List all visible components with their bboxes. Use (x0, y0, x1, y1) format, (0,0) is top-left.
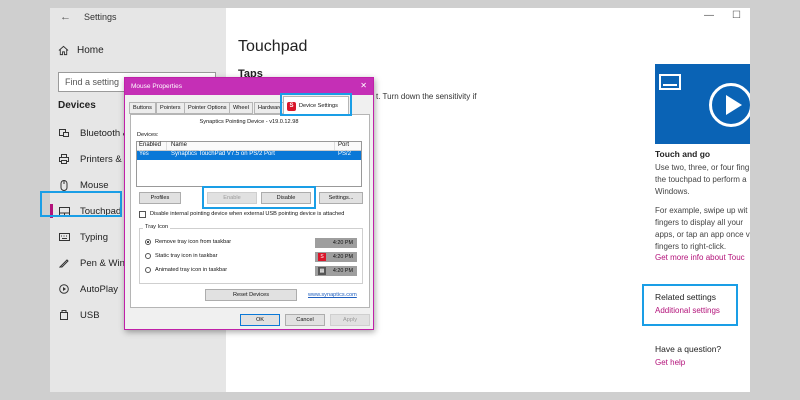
printer-icon (58, 153, 70, 165)
col-enabled: Enabled (137, 142, 167, 150)
synaptics-website-link[interactable]: www.synaptics.com (308, 292, 357, 298)
tray-preview-1: 4:20 PM (315, 238, 357, 248)
col-port: Port (338, 142, 350, 148)
sensitivity-text: t. Turn down the sensitivity if (376, 92, 477, 101)
profiles-button[interactable]: Profiles (139, 192, 181, 204)
cell-enabled: Yes (139, 151, 149, 157)
disable-internal-checkbox[interactable] (139, 211, 146, 218)
reset-devices-button[interactable]: Reset Devices (205, 289, 297, 301)
settings-button[interactable]: Settings... (319, 192, 363, 204)
tray-option-remove-radio[interactable] (145, 239, 151, 245)
sidebar-item-label: Typing (80, 231, 108, 243)
tray-option-static-radio[interactable] (145, 253, 151, 259)
get-help-link[interactable]: Get help (655, 358, 685, 367)
tray-time-1: 4:20 PM (332, 240, 353, 246)
page-title: Touchpad (238, 38, 308, 55)
ok-button[interactable]: OK (240, 314, 280, 326)
back-arrow-icon[interactable]: ← (60, 11, 71, 23)
video-title: Touch and go (655, 149, 711, 159)
synaptics-tray-icon: S (318, 253, 326, 261)
maximize-button[interactable]: ☐ (732, 10, 741, 21)
tray-preview-2: S 4:20 PM (315, 252, 357, 262)
sidebar-item-label: Mouse (80, 179, 109, 191)
tray-icon-group-title: Tray Icon (143, 224, 171, 230)
table-row[interactable]: Yes Synaptics TouchPad V7.5 on PS/2 Port… (137, 151, 361, 160)
tray-option-animated-radio[interactable] (145, 267, 151, 273)
keyboard-icon (58, 231, 70, 243)
window-title: Settings (84, 12, 117, 22)
tray-option-remove-label: Remove tray icon from taskbar (155, 239, 232, 245)
bluetooth-icon (58, 127, 70, 139)
highlight-device-settings (280, 93, 352, 116)
usb-icon (58, 309, 70, 321)
pen-icon (58, 257, 70, 269)
tray-option-static-label: Static tray icon in taskbar (155, 253, 218, 259)
tab-pointers[interactable]: Pointers (156, 102, 185, 114)
minimize-button[interactable]: — (704, 10, 714, 21)
mouse-icon (58, 179, 70, 191)
devices-label: Devices: (137, 132, 159, 138)
tab-wheel[interactable]: Wheel (229, 102, 253, 114)
info-paragraph-2: For example, swipe up wit fingers to dis… (655, 206, 750, 251)
sidebar-home-label: Home (77, 44, 104, 56)
devices-table[interactable]: Enabled Name Port Yes Synaptics TouchPad… (136, 141, 362, 187)
sidebar-section-heading: Devices (58, 100, 96, 111)
play-icon[interactable] (709, 83, 750, 127)
tray-time-3: 4:20 PM (332, 268, 353, 274)
autoplay-icon (58, 283, 70, 295)
tray-time-2: 4:20 PM (332, 254, 353, 260)
animated-tray-icon: ▦ (318, 267, 326, 275)
disable-internal-label: Disable internal pointing device when ex… (150, 211, 345, 217)
cell-name: Synaptics TouchPad V7.5 on PS/2 Port (171, 151, 275, 157)
highlight-related-settings (642, 284, 738, 326)
col-name: Name (167, 142, 335, 150)
cancel-button[interactable]: Cancel (285, 314, 325, 326)
mouse-properties-dialog: Mouse Properties ✕ Buttons Pointers Poin… (124, 77, 374, 330)
touch-and-go-video[interactable] (655, 64, 750, 144)
touchpad-graphic-icon (659, 74, 681, 90)
more-info-link[interactable]: Get more info about Touc (655, 253, 745, 262)
tray-preview-3: ▦ 4:20 PM (315, 266, 357, 276)
table-header: Enabled Name Port (137, 142, 361, 151)
sidebar-home[interactable]: Home (58, 42, 104, 58)
cell-port: PS/2 (338, 151, 352, 157)
tab-buttons[interactable]: Buttons (129, 102, 156, 114)
sidebar-item-label: AutoPlay (80, 283, 119, 295)
highlight-touchpad (40, 191, 122, 217)
highlight-enable-disable (202, 186, 316, 209)
home-icon (58, 45, 69, 55)
sidebar-item-label: USB (80, 309, 100, 321)
apply-button[interactable]: Apply (330, 314, 370, 326)
question-heading: Have a question? (655, 344, 722, 354)
info-paragraph-1: Use two, three, or four fing the touchpa… (655, 163, 750, 196)
tab-pointer-options[interactable]: Pointer Options (184, 102, 231, 114)
device-header: Synaptics Pointing Device - v19.0.12.98 (199, 119, 299, 125)
tray-option-animated-label: Animated tray icon in taskbar (155, 267, 228, 273)
close-icon[interactable]: ✕ (360, 81, 367, 90)
